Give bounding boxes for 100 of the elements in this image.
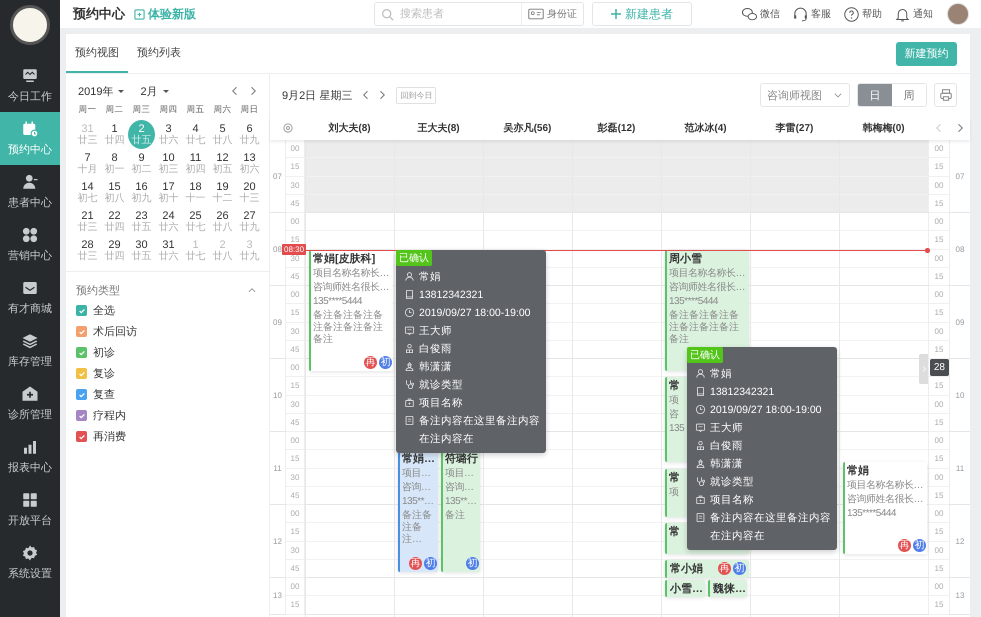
appointment-detail: 135**… — [402, 495, 434, 508]
hour-label: 09 — [956, 318, 964, 326]
minute-label: 00 — [934, 436, 944, 446]
lunar-date: 廿四 — [104, 136, 124, 146]
popover-text: 韩潇潇 — [710, 456, 743, 472]
minute-label: 15 — [290, 162, 300, 172]
minute-label: 15 — [934, 272, 944, 281]
popover-text: 项目名称 — [419, 396, 463, 410]
minute-label: 15 — [290, 308, 300, 318]
hour-label: 08 — [956, 244, 964, 254]
lunar-date: 廿五 — [132, 222, 152, 232]
hour-label: 07 — [956, 172, 964, 180]
checkbox-label: 全选 — [93, 304, 115, 318]
minute-label: 30 — [290, 326, 300, 336]
popover-text: 备注内容在这里备注内容在注内容在 — [710, 510, 831, 544]
appointment-detail: 135****5444 — [669, 294, 718, 308]
lunar-date: 廿四 — [104, 252, 124, 262]
minute-label: 00 — [934, 546, 944, 555]
minute-label: 45 — [290, 272, 300, 281]
type-badge: 再 — [364, 356, 377, 370]
patient-name: 符璐行 — [445, 452, 478, 466]
weekday-label: 周三 — [132, 102, 152, 116]
minute-label: 15 — [934, 454, 944, 464]
popover-text: 2019/09/27 18:00-19:00 — [419, 306, 531, 320]
lunar-date: 初六 — [240, 164, 260, 174]
patient-name: 常小娟 — [670, 562, 703, 576]
minute-label: 00 — [934, 144, 944, 154]
lunar-date: 廿七 — [186, 252, 206, 262]
minute-label: 00 — [290, 144, 300, 154]
patient-name: 常 — [669, 379, 680, 394]
minute-label: 45 — [290, 490, 300, 500]
checkbox-label: 复诊 — [93, 367, 115, 381]
patient-name: 常娟 — [847, 464, 869, 478]
lunar-date: 十月 — [78, 164, 98, 174]
popover-text: 白俊雨 — [419, 342, 452, 356]
column-header: 韩梅梅(0) — [861, 122, 906, 135]
appointment-note: 备注备注备注备注备注备注备注备注 — [313, 310, 384, 346]
lunar-date: 初一 — [104, 164, 124, 174]
weekday-label: 周一 — [78, 102, 98, 116]
minute-label: 00 — [934, 290, 944, 300]
lunar-date: 廿九 — [240, 136, 260, 146]
appointment-note: 备注 — [445, 510, 465, 522]
minute-label: 00 — [290, 363, 300, 372]
lunar-date: 廿八 — [212, 222, 232, 232]
minute-label: 15 — [290, 381, 300, 390]
minute-label: 00 — [290, 436, 300, 446]
type-badge: 再 — [409, 556, 422, 570]
minute-label: 30 — [290, 546, 300, 555]
appointment-detail: 咨询师姓名很长… — [313, 280, 389, 294]
hour-label: 09 — [273, 318, 282, 326]
lunar-date: 廿三 — [78, 136, 98, 146]
minute-label: 00 — [934, 217, 944, 226]
appointment-detail: 项目名称名称长… — [847, 479, 923, 492]
lunar-date: 廿七 — [186, 222, 206, 232]
column-header: 王大夫(8) — [416, 122, 461, 135]
hour-label: 11 — [273, 464, 282, 472]
lunar-date: 廿四 — [104, 222, 124, 232]
type-badge: 再 — [898, 538, 911, 552]
lunar-date: 初七 — [78, 194, 98, 204]
patient-name: 常 — [669, 525, 680, 540]
lunar-date: 初四 — [186, 164, 206, 174]
minute-label: 00 — [934, 254, 944, 263]
column-header: 刘大夫(8) — [327, 121, 372, 135]
lunar-date: 初五 — [212, 164, 232, 174]
appointment-detail: 咨 — [669, 408, 678, 422]
appointment-detail: 项 — [669, 486, 678, 498]
lunar-date: 廿九 — [240, 222, 260, 232]
lunar-date: 初九 — [132, 194, 152, 204]
minute-label: 15 — [934, 198, 944, 208]
appointment-note: 备注备注备注备注备注备注备注备注 — [669, 310, 740, 346]
minute-label: 00 — [934, 509, 944, 518]
lunar-date: 廿七 — [186, 136, 206, 146]
minute-label: 00 — [934, 582, 944, 592]
lunar-date: 廿五 — [132, 252, 152, 262]
lunar-date: 初二 — [132, 164, 152, 174]
popover-text: 就诊类型 — [419, 378, 463, 392]
minute-label: 00 — [290, 217, 300, 226]
popover-text: 就诊类型 — [710, 474, 754, 490]
appointment-detail: 项 — [669, 394, 678, 408]
minute-label: 15 — [934, 235, 944, 244]
hour-label: 13 — [956, 591, 964, 600]
popover-text: 2019/09/27 18:00-19:00 — [710, 402, 822, 418]
appointment-detail: 项目… — [445, 467, 474, 480]
lunar-date: 初十 — [158, 194, 178, 204]
popover-text: 备注内容在这里备注内容在注内容在 — [419, 414, 540, 446]
page-title: 预约中心 — [73, 5, 125, 23]
popover-text: 韩潇潇 — [419, 360, 452, 374]
appointment-detail: 咨询… — [402, 481, 430, 494]
patient-name: 周小雪 — [669, 252, 702, 266]
minute-label: 15 — [934, 162, 944, 172]
minute-label: 00 — [934, 472, 944, 482]
lunar-date: 十三 — [240, 194, 260, 204]
lunar-date: 廿九 — [240, 252, 260, 262]
minute-label: 45 — [290, 564, 300, 573]
lunar-date: 廿八 — [212, 136, 232, 146]
checkbox-label: 复查 — [93, 388, 115, 402]
appointment-detail: 咨询… — [445, 481, 474, 494]
status-badge: 已确认 — [687, 346, 723, 363]
column-header: 彭磊(12) — [596, 122, 636, 135]
type-badge: 初 — [913, 538, 926, 552]
